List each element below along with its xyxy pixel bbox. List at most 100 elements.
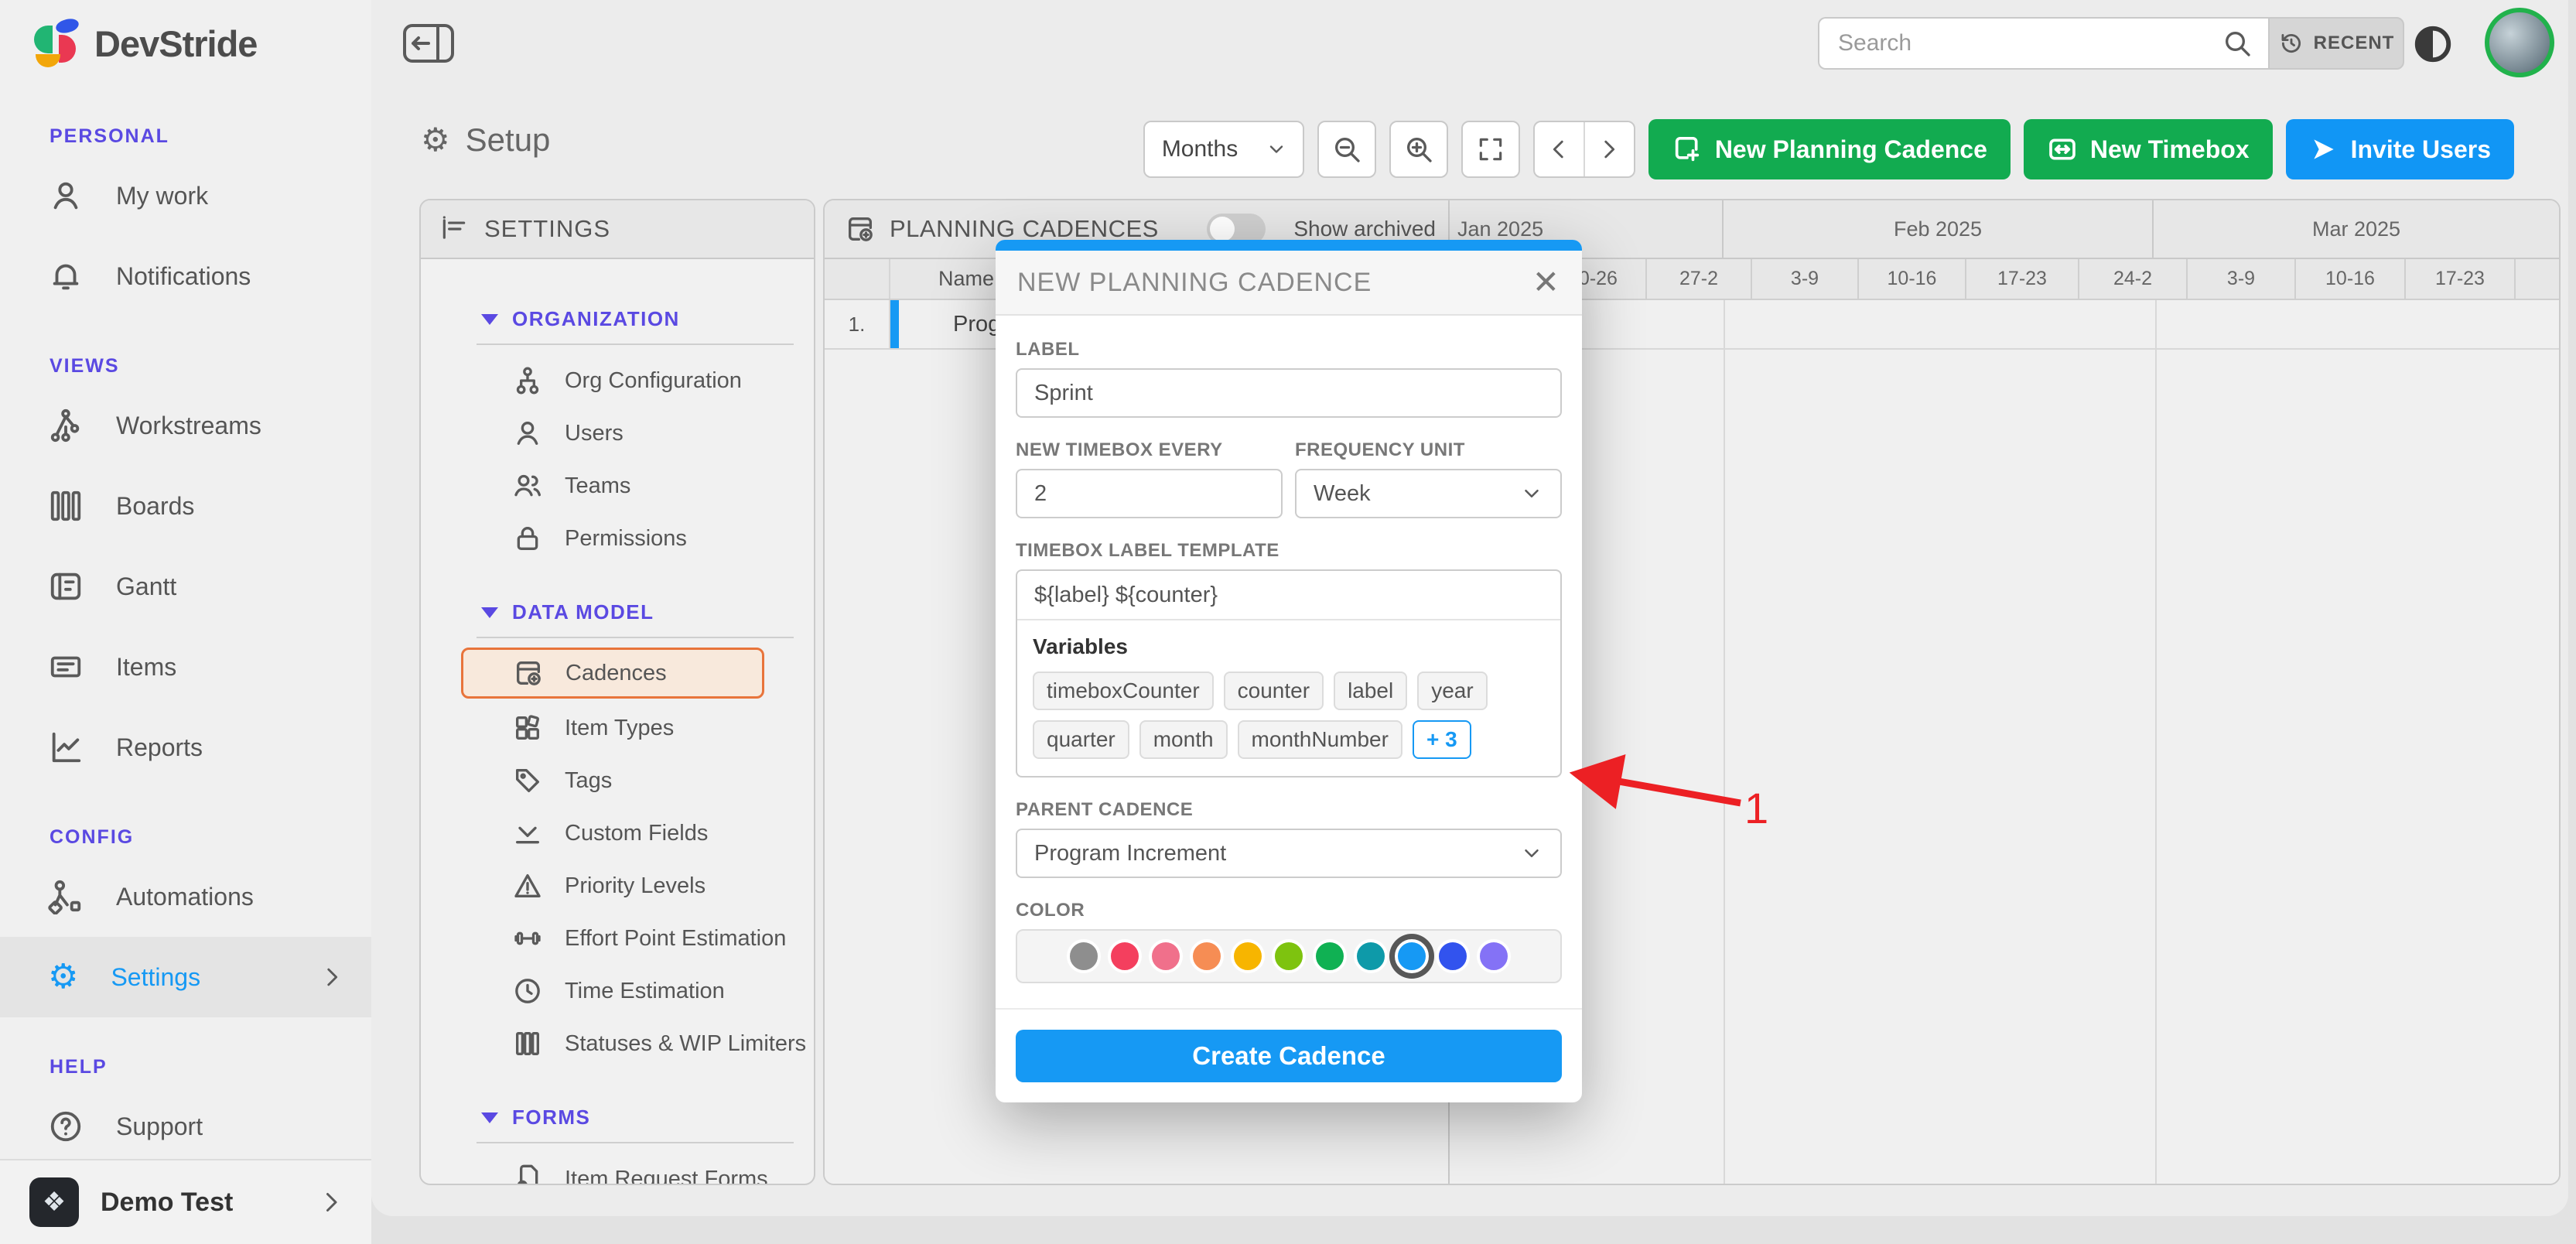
warning-triangle-icon <box>512 870 543 901</box>
color-swatch-selected[interactable] <box>1395 939 1429 973</box>
sidebar-item-boards[interactable]: Boards <box>0 466 371 546</box>
zoom-in-button[interactable] <box>1389 121 1448 178</box>
settings-item-label: Org Configuration <box>565 368 742 394</box>
sidebar-item-workstreams[interactable]: Workstreams <box>0 385 371 466</box>
sidebar-item-settings[interactable]: ⚙ Settings <box>0 937 371 1017</box>
variables-title: Variables <box>1033 634 1545 659</box>
color-swatch[interactable] <box>1354 939 1388 973</box>
settings-item-cadences[interactable]: Cadences <box>461 648 764 699</box>
color-swatch[interactable] <box>1436 939 1470 973</box>
settings-section-forms[interactable]: FORMS <box>481 1106 814 1130</box>
sidebar-item-items[interactable]: Items <box>0 627 371 707</box>
range-unit-select[interactable]: Months <box>1143 121 1304 178</box>
variable-chip[interactable]: timeboxCounter <box>1033 672 1214 710</box>
new-timebox-button[interactable]: New Timebox <box>2024 119 2273 179</box>
more-variables-chip[interactable]: + 3 <box>1413 720 1471 759</box>
color-swatch[interactable] <box>1477 939 1511 973</box>
settings-item-item-request-forms[interactable]: Item Request Forms <box>421 1153 814 1184</box>
button-label: New Timebox <box>2090 135 2250 164</box>
frequency-row: NEW TIMEBOX EVERY FREQUENCY UNIT Week <box>1016 439 1562 518</box>
color-swatch[interactable] <box>1190 939 1224 973</box>
variable-chip[interactable]: month <box>1139 720 1228 759</box>
next-period-button[interactable] <box>1585 122 1634 176</box>
gantt-icon <box>48 569 84 604</box>
color-swatch[interactable] <box>1149 939 1183 973</box>
variable-chip[interactable]: monthNumber <box>1238 720 1402 759</box>
settings-item-priority-levels[interactable]: Priority Levels <box>421 860 814 912</box>
item-types-grid-icon <box>512 713 543 743</box>
settings-item-statuses-wip-limiters[interactable]: Statuses & WIP Limiters <box>421 1017 814 1070</box>
user-avatar[interactable] <box>2485 8 2554 77</box>
button-label: New Planning Cadence <box>1715 135 1987 164</box>
history-clock-icon <box>2278 30 2304 56</box>
prev-period-button[interactable] <box>1535 122 1585 176</box>
section-label: FORMS <box>512 1106 590 1130</box>
variable-chip[interactable]: counter <box>1224 672 1324 710</box>
timeline-nav <box>1533 121 1635 178</box>
new-timebox-every-input[interactable] <box>1034 481 1264 507</box>
field-label: LABEL <box>1016 339 1562 361</box>
variable-chip[interactable]: year <box>1417 672 1487 710</box>
settings-item-tags[interactable]: Tags <box>421 754 814 807</box>
sidebar-item-support[interactable]: Support <box>0 1086 371 1167</box>
variable-chip[interactable]: label <box>1334 672 1407 710</box>
chevron-down-icon <box>1266 138 1287 160</box>
settings-section-data-model[interactable]: DATA MODEL <box>481 600 814 624</box>
color-swatch[interactable] <box>1313 939 1347 973</box>
settings-item-custom-fields[interactable]: Custom Fields <box>421 807 814 860</box>
frequency-unit-select[interactable]: Week <box>1295 469 1562 518</box>
settings-panel: SETTINGS ORGANIZATION Org Configuration … <box>419 199 815 1185</box>
invite-users-button[interactable]: Invite Users <box>2286 119 2514 179</box>
new-planning-cadence-button[interactable]: New Planning Cadence <box>1648 119 2011 179</box>
sidebar-item-label: Boards <box>116 492 194 521</box>
zoom-out-button[interactable] <box>1317 121 1376 178</box>
bell-icon <box>48 258 84 294</box>
settings-item-permissions[interactable]: Permissions <box>421 512 814 565</box>
divider <box>477 637 794 638</box>
parent-cadence-group: PARENT CADENCE Program Increment <box>1016 799 1562 878</box>
color-swatch[interactable] <box>1272 939 1306 973</box>
settings-item-item-types[interactable]: Item Types <box>421 702 814 754</box>
settings-item-effort-point-estimation[interactable]: Effort Point Estimation <box>421 912 814 965</box>
parent-cadence-select[interactable]: Program Increment <box>1016 829 1562 878</box>
parent-cadence-value: Program Increment <box>1034 841 1226 866</box>
clock-icon <box>512 976 543 1006</box>
sidebar-item-gantt[interactable]: Gantt <box>0 546 371 627</box>
color-swatch[interactable] <box>1231 939 1265 973</box>
app-logo[interactable]: DevStride <box>0 0 371 87</box>
workspace-switcher[interactable]: ❖ Demo Test <box>0 1159 371 1244</box>
sidebar-item-notifications[interactable]: Notifications <box>0 236 371 316</box>
settings-item-users[interactable]: Users <box>421 407 814 460</box>
sidebar-item-my-work[interactable]: My work <box>0 156 371 236</box>
section-label: DATA MODEL <box>512 600 654 624</box>
sidebar-item-reports[interactable]: Reports <box>0 707 371 788</box>
timebox-label-template-input[interactable] <box>1034 583 1543 608</box>
settings-item-time-estimation[interactable]: Time Estimation <box>421 965 814 1017</box>
variable-chip[interactable]: quarter <box>1033 720 1129 759</box>
fullscreen-button[interactable] <box>1461 121 1520 178</box>
week-header-cell: 17-23 <box>1966 259 2079 299</box>
question-circle-icon <box>48 1109 84 1144</box>
tag-icon <box>512 765 543 796</box>
create-cadence-button[interactable]: Create Cadence <box>1016 1030 1562 1082</box>
theme-contrast-toggle[interactable] <box>2412 23 2454 65</box>
settings-item-teams[interactable]: Teams <box>421 460 814 512</box>
sidebar-item-automations[interactable]: Automations <box>0 856 371 937</box>
cadence-label-input[interactable] <box>1034 381 1543 406</box>
workstreams-tree-icon <box>48 408 84 443</box>
setup-gear-icon: ⚙ <box>421 121 450 159</box>
settings-item-org-configuration[interactable]: Org Configuration <box>421 354 814 407</box>
search-input[interactable] <box>1838 30 2222 56</box>
color-swatch[interactable] <box>1108 939 1142 973</box>
collapse-sidebar-button[interactable] <box>402 23 455 63</box>
week-header-cell <box>2516 259 2559 299</box>
week-header-cell: 10-16 <box>1859 259 1966 299</box>
settings-section-organization[interactable]: ORGANIZATION <box>481 307 814 331</box>
sidebar-section-personal: PERSONAL <box>50 125 371 148</box>
settings-item-label: Custom Fields <box>565 821 708 846</box>
color-swatch[interactable] <box>1067 939 1101 973</box>
week-header-cell: 27-2 <box>1647 259 1752 299</box>
recent-button[interactable]: RECENT <box>2268 17 2404 70</box>
status-columns-icon <box>512 1028 543 1059</box>
close-icon[interactable]: ✕ <box>1532 266 1560 299</box>
